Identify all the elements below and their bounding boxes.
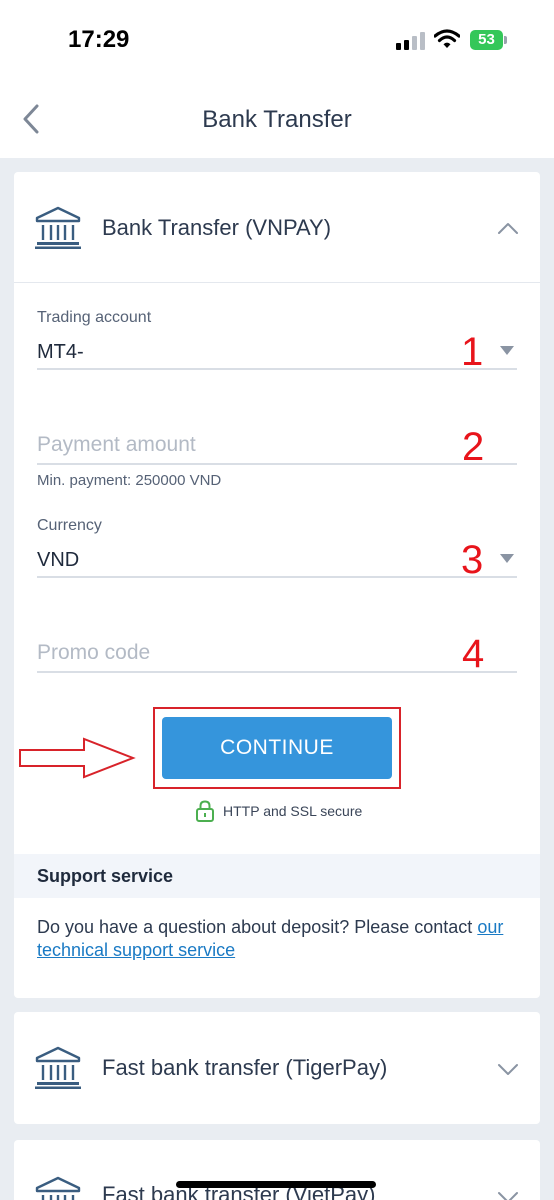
secure-text: HTTP and SSL secure xyxy=(223,803,363,819)
caret-down-icon[interactable] xyxy=(500,554,514,563)
chevron-down-icon[interactable] xyxy=(496,1062,520,1078)
step-number-1: 1 xyxy=(461,330,484,374)
trading-account-label: Trading account xyxy=(37,309,152,326)
chevron-up-icon[interactable] xyxy=(496,220,520,236)
support-title: Support service xyxy=(37,866,174,886)
currency-label: Currency xyxy=(37,517,102,534)
nav-bar: Bank Transfer xyxy=(0,80,554,158)
trading-account-underline xyxy=(37,368,517,370)
bank-icon xyxy=(35,206,81,249)
bank-icon xyxy=(35,1176,81,1200)
step-number-4: 4 xyxy=(462,632,485,676)
payment-method-title: Fast bank transfer (TigerPay) xyxy=(102,1055,388,1080)
trading-account-select[interactable]: MT4- xyxy=(37,341,84,364)
step-number-2: 2 xyxy=(462,425,485,469)
support-message: Do you have a question about deposit? Pl… xyxy=(37,917,478,937)
payment-amount-input[interactable] xyxy=(37,428,517,462)
currency-underline xyxy=(37,576,517,578)
wifi-icon xyxy=(434,29,460,48)
payment-method-card-vietpay[interactable]: Fast bank transfer (VietPay) xyxy=(14,1140,540,1200)
promo-code-input[interactable] xyxy=(37,636,517,670)
support-header: Support service xyxy=(14,854,540,898)
continue-button[interactable]: CONTINUE xyxy=(162,717,392,779)
payment-method-card-tigerpay[interactable]: Fast bank transfer (TigerPay) xyxy=(14,1012,540,1124)
home-indicator xyxy=(176,1181,376,1188)
page-title: Bank Transfer xyxy=(202,106,352,133)
signal-icon xyxy=(396,32,426,50)
bank-icon xyxy=(35,1046,81,1089)
status-bar: 17:29 53 xyxy=(0,0,554,80)
status-time: 17:29 xyxy=(68,26,130,53)
payment-method-card-vnpay: Bank Transfer (VNPAY) Trading account MT… xyxy=(14,172,540,998)
chevron-down-icon[interactable] xyxy=(496,1190,520,1200)
battery-level: 53 xyxy=(478,31,495,48)
currency-select[interactable]: VND xyxy=(37,549,79,572)
step-number-3: 3 xyxy=(461,538,484,582)
support-text: Do you have a question about deposit? Pl… xyxy=(37,916,527,962)
min-payment-hint: Min. payment: 250000 VND xyxy=(37,472,222,489)
caret-down-icon[interactable] xyxy=(500,346,514,355)
promo-code-underline xyxy=(37,671,517,673)
payment-amount-underline xyxy=(37,463,517,465)
payment-method-header[interactable]: Bank Transfer (VNPAY) xyxy=(14,172,540,283)
payment-method-title: Bank Transfer (VNPAY) xyxy=(102,215,332,240)
lock-icon xyxy=(196,800,214,822)
right-arrow-outline-icon xyxy=(19,737,136,779)
battery-icon: 53 xyxy=(470,30,508,50)
